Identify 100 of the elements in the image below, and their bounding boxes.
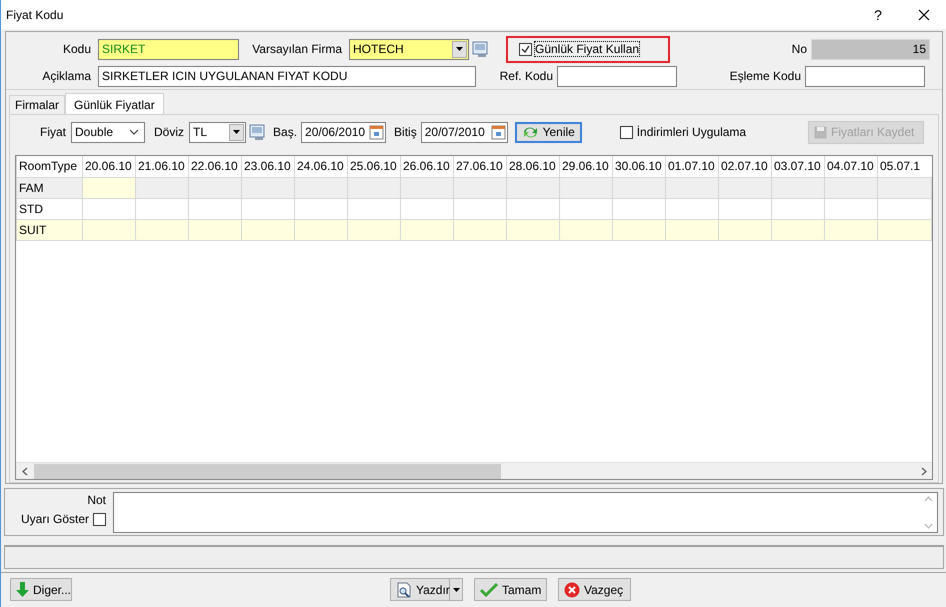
row-header: STD (16, 198, 82, 219)
field-label: Eşleme Kodu (728, 69, 802, 83)
table-cell[interactable] (666, 219, 718, 240)
table-cell[interactable] (666, 177, 718, 198)
table-cell[interactable] (136, 198, 188, 219)
dropdown-field[interactable]: Double (71, 122, 146, 142)
table-cell[interactable] (718, 177, 772, 198)
close-icon (918, 8, 930, 20)
table-cell[interactable] (666, 198, 718, 219)
input-field[interactable] (557, 66, 677, 86)
table-cell[interactable] (294, 219, 348, 240)
table-cell[interactable] (136, 219, 188, 240)
table-cell[interactable] (878, 177, 932, 198)
chevron-down-icon (129, 129, 140, 135)
table-cell[interactable] (506, 177, 560, 198)
input-field[interactable]: SIRKET (98, 38, 239, 60)
table-cell[interactable] (454, 198, 506, 219)
monitor-icon (472, 40, 488, 58)
table-cell[interactable] (348, 198, 400, 219)
help-button[interactable]: ? (855, 6, 901, 22)
table-cell[interactable] (348, 177, 400, 198)
other-button[interactable]: Diger... (10, 578, 72, 601)
table-cell[interactable] (824, 198, 878, 219)
table-cell[interactable] (188, 219, 242, 240)
table-cell[interactable] (612, 177, 666, 198)
print-dropdown-button[interactable] (450, 578, 463, 601)
field-label: No (790, 42, 808, 56)
checkbox[interactable] (620, 126, 633, 138)
column-header: 05.07.1 (878, 156, 932, 177)
column-header: 23.06.10 (242, 156, 294, 177)
input-field: 15 (811, 38, 930, 60)
checkbox-label: İndirimleri Uygulama (636, 125, 746, 139)
tab[interactable]: Firmalar (9, 95, 65, 114)
table-cell[interactable] (188, 198, 242, 219)
table-cell[interactable] (772, 198, 824, 219)
field-label: Not (87, 493, 106, 507)
table-cell[interactable] (242, 219, 294, 240)
table-cell[interactable] (718, 198, 772, 219)
tab[interactable]: Günlük Fiyatlar (65, 93, 164, 115)
checkbox[interactable] (93, 512, 106, 526)
scrollbar-thumb[interactable] (34, 464, 501, 478)
table-cell[interactable] (400, 219, 454, 240)
table-cell[interactable] (400, 198, 454, 219)
table-cell[interactable] (506, 219, 560, 240)
calendar-icon (490, 124, 506, 140)
checkbox[interactable] (519, 42, 532, 56)
column-header: 01.07.10 (666, 156, 718, 177)
table-cell[interactable] (82, 198, 136, 219)
column-header: 29.06.10 (560, 156, 612, 177)
table-cell[interactable] (560, 219, 612, 240)
table-cell[interactable] (188, 177, 242, 198)
field-label: Bitiş (394, 125, 417, 139)
table-cell[interactable] (454, 177, 506, 198)
notes-field[interactable] (113, 492, 938, 533)
table-cell[interactable] (718, 219, 772, 240)
refresh-icon (522, 126, 539, 138)
date-field[interactable]: 20/06/2010 (301, 122, 386, 142)
table-cell[interactable] (560, 177, 612, 198)
cancel-icon (564, 582, 580, 598)
column-header: 27.06.10 (454, 156, 506, 177)
table-cell[interactable] (612, 219, 666, 240)
table-cell[interactable] (824, 177, 878, 198)
dropdown-field[interactable]: TL (189, 122, 246, 142)
input-field[interactable]: SIRKETLER ICIN UYGULANAN FIYAT KODU (98, 66, 476, 86)
horizontal-scrollbar[interactable] (16, 462, 932, 479)
table-cell[interactable] (560, 198, 612, 219)
table-cell[interactable] (82, 219, 136, 240)
table-cell[interactable] (878, 198, 932, 219)
table-cell[interactable] (294, 198, 348, 219)
field-label: Fiyat (40, 125, 66, 139)
checkmark-icon (521, 45, 530, 53)
dropdown-button[interactable] (229, 124, 244, 140)
table-cell[interactable] (400, 177, 454, 198)
field-label: Kodu (62, 42, 92, 56)
column-header: 03.07.10 (772, 156, 824, 177)
table-cell[interactable] (612, 198, 666, 219)
date-field[interactable]: 20/07/2010 (420, 122, 508, 142)
checkbox-label: Günlük Fiyat Kullan (535, 42, 640, 56)
table-cell[interactable] (878, 219, 932, 240)
dropdown-button[interactable] (452, 40, 467, 58)
cancel-button[interactable]: Vazgeç (558, 578, 631, 601)
print-button[interactable]: Yazdır (390, 578, 450, 601)
column-header: 28.06.10 (506, 156, 560, 177)
table-cell[interactable] (242, 198, 294, 219)
table-cell[interactable] (506, 198, 560, 219)
table-cell[interactable] (772, 219, 824, 240)
ok-button[interactable]: Tamam (474, 578, 547, 601)
table-cell[interactable] (348, 219, 400, 240)
dropdown-field[interactable]: HOTECH (349, 38, 469, 60)
current-cell[interactable] (82, 177, 136, 198)
refresh-button[interactable]: Yenile (514, 122, 582, 142)
table-cell[interactable] (772, 177, 824, 198)
table-cell[interactable] (242, 177, 294, 198)
field-label: Ref. Kodu (498, 69, 554, 83)
field-label: Baş. (273, 125, 298, 139)
input-field[interactable] (805, 66, 925, 86)
table-cell[interactable] (824, 219, 878, 240)
table-cell[interactable] (136, 177, 188, 198)
table-cell[interactable] (454, 219, 506, 240)
table-cell[interactable] (294, 177, 348, 198)
